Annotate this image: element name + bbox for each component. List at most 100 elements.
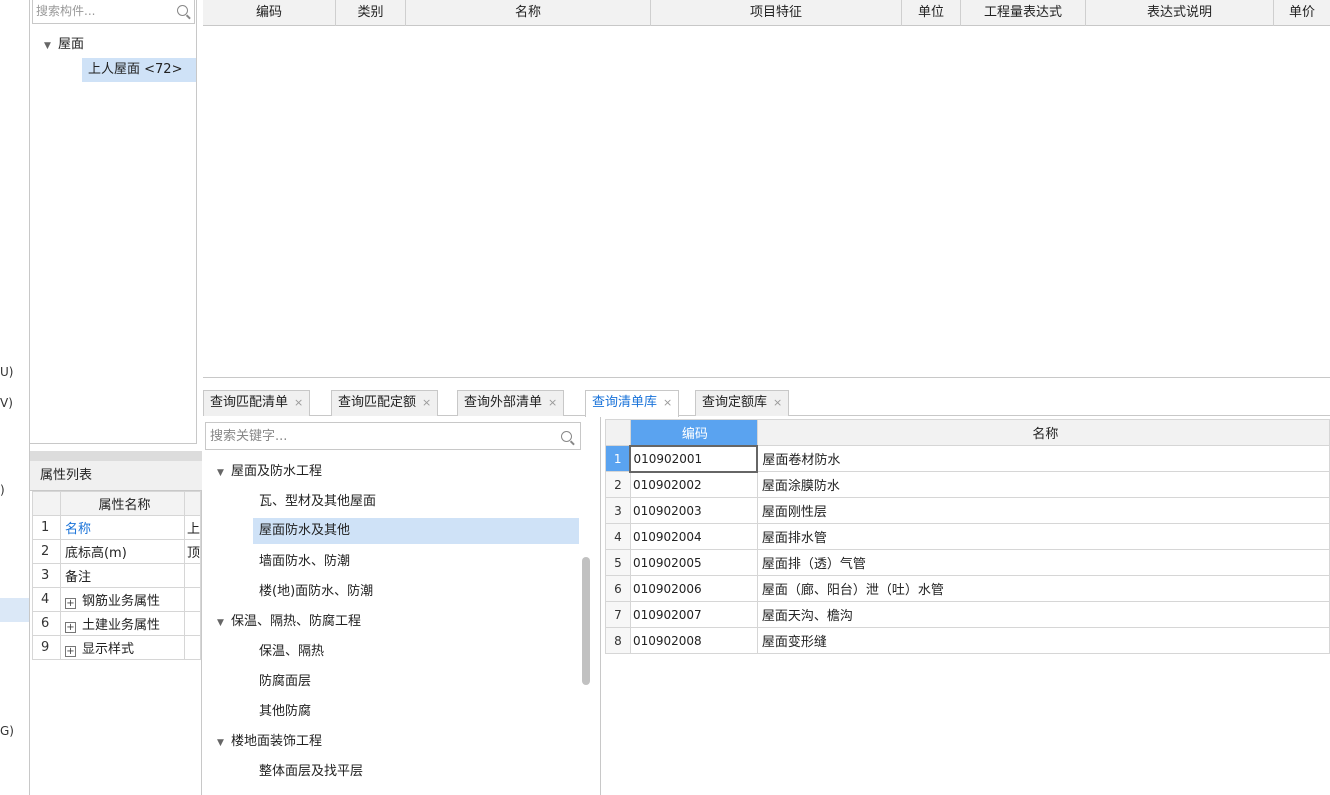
row-index: 2 <box>605 471 631 498</box>
property-value[interactable]: 顶 <box>183 539 202 564</box>
category-item[interactable]: 楼(地)面防水、防潮 <box>259 580 373 604</box>
bill-code[interactable]: 010902007 <box>629 601 758 628</box>
bill-name[interactable]: 屋面天沟、檐沟 <box>756 601 1330 628</box>
bill-code[interactable]: 010902004 <box>629 523 758 550</box>
category-item[interactable]: ▼ 屋面及防水工程 <box>217 460 322 484</box>
table-row[interactable]: 6 + 土建业务属性 <box>32 611 202 636</box>
strip-fragment: U) <box>0 365 14 379</box>
row-index: 7 <box>605 601 631 628</box>
table-row[interactable]: 6 010902006 屋面（廊、阳台）泄（吐）水管 <box>605 575 1330 602</box>
bill-code[interactable]: 010902006 <box>629 575 758 602</box>
tree-node-accessible-roof[interactable]: 上人屋面 <72> <box>82 58 196 82</box>
property-group[interactable]: + 钢筋业务属性 <box>59 587 185 612</box>
column-header-code[interactable]: 编码 <box>203 0 336 26</box>
bill-code[interactable]: 010902003 <box>629 497 758 524</box>
close-icon[interactable]: × <box>548 396 557 409</box>
expand-plus-icon[interactable]: + <box>64 646 76 657</box>
search-icon[interactable] <box>561 431 572 442</box>
bill-code[interactable]: 010902008 <box>629 627 758 654</box>
column-header-unit-price[interactable]: 单价 <box>1274 0 1330 26</box>
property-name-header: 属性名称 <box>59 491 185 516</box>
bill-name[interactable]: 屋面刚性层 <box>756 497 1330 524</box>
close-icon[interactable]: × <box>663 396 672 409</box>
bill-name[interactable]: 屋面排水管 <box>756 523 1330 550</box>
strip-fragment: G) <box>0 724 14 738</box>
component-search-input[interactable] <box>33 0 163 22</box>
column-header-name[interactable]: 名称 <box>406 0 651 26</box>
tab-query-external-bill[interactable]: 查询外部清单 × <box>457 390 565 416</box>
table-row[interactable]: 7 010902007 屋面天沟、檐沟 <box>605 601 1330 628</box>
row-index: 4 <box>605 523 631 550</box>
table-row[interactable]: 2 010902002 屋面涂膜防水 <box>605 471 1330 498</box>
column-header-code[interactable]: 编码 <box>629 419 758 446</box>
close-icon[interactable]: × <box>294 396 303 409</box>
column-header-quantity-expression[interactable]: 工程量表达式 <box>961 0 1086 26</box>
bill-name[interactable]: 屋面（廊、阳台）泄（吐）水管 <box>756 575 1330 602</box>
property-group[interactable]: + 显示样式 <box>59 635 185 660</box>
strip-fragment: ) <box>0 483 5 497</box>
tab-query-quota-library[interactable]: 查询定额库 × <box>695 390 790 416</box>
column-header-name[interactable]: 名称 <box>756 419 1330 446</box>
property-group[interactable]: + 土建业务属性 <box>59 611 185 636</box>
table-row[interactable]: 4 + 钢筋业务属性 <box>32 587 202 612</box>
category-item[interactable]: ▼ 楼地面装饰工程 <box>217 730 322 754</box>
table-row[interactable]: 3 备注 <box>32 563 202 588</box>
expand-plus-icon[interactable]: + <box>64 598 76 609</box>
row-index: 5 <box>605 549 631 576</box>
tab-query-bill-library[interactable]: 查询清单库 × <box>585 390 680 417</box>
category-item[interactable]: ▼ 保温、隔热、防腐工程 <box>217 610 361 634</box>
bill-name[interactable]: 屋面排（透）气管 <box>756 549 1330 576</box>
tree-node-roof[interactable]: ▼ 屋面 <box>44 33 84 52</box>
property-table: 属性名称 1 名称 上 2 底标高(m) 顶 3 备注 4 + 钢筋业务属性 6 … <box>32 491 202 660</box>
search-icon[interactable] <box>177 5 188 16</box>
table-row[interactable]: 8 010902008 屋面变形缝 <box>605 627 1330 654</box>
property-group-label: 显示样式 <box>81 642 134 657</box>
caret-down-icon[interactable]: ▼ <box>217 461 231 485</box>
row-index: 4 <box>32 587 61 612</box>
bill-code[interactable]: 010902002 <box>629 471 758 498</box>
category-item[interactable]: 防腐面层 <box>259 670 311 694</box>
table-row[interactable]: 2 底标高(m) 顶 <box>32 539 202 564</box>
caret-down-icon[interactable]: ▼ <box>44 41 58 51</box>
caret-down-icon[interactable]: ▼ <box>217 731 231 755</box>
table-row[interactable]: 5 010902005 屋面排（透）气管 <box>605 549 1330 576</box>
table-row[interactable]: 3 010902003 屋面刚性层 <box>605 497 1330 524</box>
strip-selected-row[interactable] <box>0 598 29 622</box>
table-row[interactable]: 9 + 显示样式 <box>32 635 202 660</box>
property-name[interactable]: 备注 <box>59 563 185 588</box>
category-item[interactable]: 保温、隔热 <box>259 640 324 664</box>
bill-name[interactable]: 屋面涂膜防水 <box>756 471 1330 498</box>
bill-name[interactable]: 屋面卷材防水 <box>756 445 1330 472</box>
category-item[interactable]: 其他防腐 <box>259 700 311 724</box>
vertical-scrollbar[interactable] <box>582 557 590 685</box>
bill-code[interactable]: 010902005 <box>629 549 758 576</box>
row-index: 3 <box>605 497 631 524</box>
keyword-search-input[interactable] <box>206 423 546 449</box>
close-icon[interactable]: × <box>422 396 431 409</box>
property-value[interactable] <box>183 563 202 588</box>
column-header-unit[interactable]: 单位 <box>902 0 961 26</box>
tab-query-matching-bill[interactable]: 查询匹配清单 × <box>203 390 311 416</box>
category-item-selected[interactable]: 屋面防水及其他 <box>259 519 350 543</box>
property-name[interactable]: 名称 <box>59 515 185 540</box>
table-row[interactable]: 1 010902001 屋面卷材防水 <box>605 444 1330 473</box>
table-row[interactable]: 1 名称 上 <box>32 515 202 540</box>
property-name[interactable]: 底标高(m) <box>59 539 185 564</box>
category-item[interactable]: 整体面层及找平层 <box>259 760 363 784</box>
panel-splitter[interactable] <box>30 451 202 461</box>
tab-query-matching-quota[interactable]: 查询匹配定额 × <box>331 390 439 416</box>
category-label: 保温、隔热、防腐工程 <box>231 614 362 629</box>
column-header-category[interactable]: 类别 <box>336 0 406 26</box>
category-item[interactable]: 瓦、型材及其他屋面 <box>259 490 376 514</box>
property-value[interactable]: 上 <box>183 515 202 540</box>
caret-down-icon[interactable]: ▼ <box>217 611 231 635</box>
row-index: 8 <box>605 627 631 654</box>
expand-plus-icon[interactable]: + <box>64 622 76 633</box>
category-item[interactable]: 墙面防水、防潮 <box>259 550 350 574</box>
close-icon[interactable]: × <box>773 396 782 409</box>
bill-name[interactable]: 屋面变形缝 <box>756 627 1330 654</box>
bill-code[interactable]: 010902001 <box>629 444 759 473</box>
table-row[interactable]: 4 010902004 屋面排水管 <box>605 523 1330 550</box>
column-header-expression-description[interactable]: 表达式说明 <box>1086 0 1274 26</box>
column-header-feature[interactable]: 项目特征 <box>651 0 902 26</box>
